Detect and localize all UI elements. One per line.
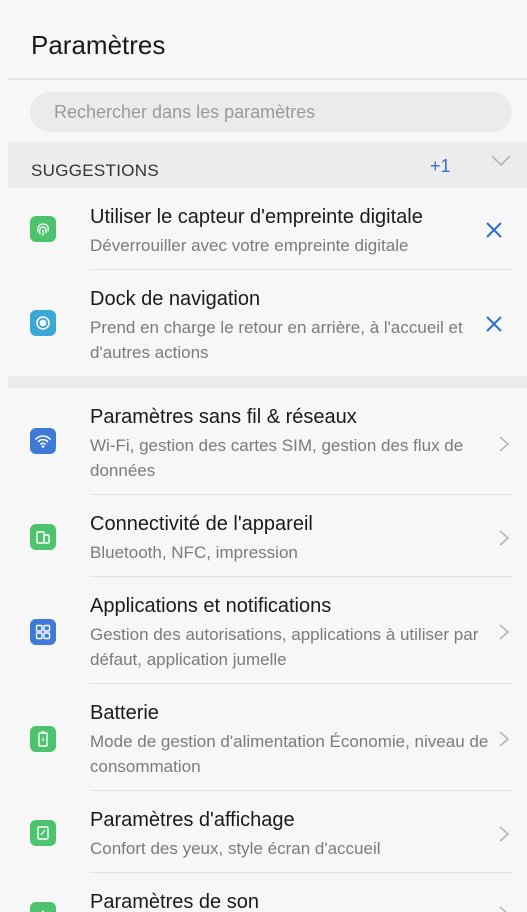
setting-subtitle: Bluetooth, NFC, impression	[90, 543, 298, 562]
setting-display[interactable]: Paramètres d'affichage Confort des yeux,…	[8, 793, 527, 873]
battery-icon	[30, 726, 56, 752]
setting-battery[interactable]: Batterie Mode de gestion d'alimentation …	[8, 686, 527, 791]
setting-device-connectivity[interactable]: Connectivité de l'appareil Bluetooth, NF…	[8, 497, 527, 577]
apps-grid-icon	[30, 619, 56, 645]
chevron-right-icon	[499, 826, 510, 842]
setting-title: Batterie	[90, 702, 159, 724]
chevron-right-icon	[499, 530, 510, 546]
suggestions-header: SUGGESTIONS +1	[8, 142, 527, 188]
suggestion-navigation-dock[interactable]: Dock de navigation Prend en charge le re…	[8, 272, 527, 376]
device-connectivity-icon	[30, 524, 56, 550]
setting-subtitle: Wi-Fi, gestion des cartes SIM, gestion d…	[90, 436, 464, 480]
section-divider	[8, 376, 527, 388]
row-divider	[90, 494, 513, 495]
setting-subtitle: Confort des yeux, style écran d'accueil	[90, 839, 381, 858]
setting-sound[interactable]: Paramètres de son	[8, 875, 527, 912]
close-icon[interactable]	[484, 220, 504, 240]
row-divider	[90, 683, 513, 684]
row-divider	[90, 576, 513, 577]
chevron-down-icon[interactable]	[490, 154, 512, 168]
suggestions-label: SUGGESTIONS	[31, 161, 159, 180]
fingerprint-icon	[30, 216, 56, 242]
app-header: Paramètres	[0, 0, 527, 80]
suggestion-subtitle: Prend en charge le retour en arrière, à …	[90, 318, 463, 362]
chevron-right-icon	[499, 624, 510, 640]
page-title: Paramètres	[31, 30, 166, 60]
suggestion-subtitle: Déverrouiller avec votre empreinte digit…	[90, 236, 409, 255]
display-icon	[30, 820, 56, 846]
setting-wireless-networks[interactable]: Paramètres sans fil & réseaux Wi-Fi, ges…	[8, 390, 527, 495]
suggestions-count[interactable]: +1	[430, 156, 451, 177]
row-divider	[90, 790, 513, 791]
sound-icon	[30, 902, 56, 912]
chevron-right-icon	[499, 906, 507, 912]
close-icon[interactable]	[484, 314, 504, 334]
row-divider	[90, 269, 513, 270]
setting-title: Paramètres sans fil & réseaux	[90, 406, 357, 428]
suggestion-title: Utiliser le capteur d'empreinte digitale	[90, 206, 423, 228]
setting-title: Paramètres de son	[90, 891, 259, 912]
setting-apps-notifications[interactable]: Applications et notifications Gestion de…	[8, 579, 527, 684]
setting-subtitle: Mode de gestion d'alimentation Économie,…	[90, 732, 489, 776]
setting-title: Applications et notifications	[90, 595, 332, 617]
chevron-right-icon	[499, 436, 510, 452]
header-divider	[8, 78, 527, 80]
search-bar[interactable]: Rechercher dans les paramètres	[30, 92, 512, 132]
setting-title: Paramètres d'affichage	[90, 809, 295, 831]
wifi-icon	[30, 428, 56, 454]
setting-title: Connectivité de l'appareil	[90, 513, 313, 535]
navigation-dock-icon	[30, 310, 56, 336]
search-placeholder: Rechercher dans les paramètres	[54, 102, 316, 122]
chevron-right-icon	[499, 731, 510, 747]
suggestion-title: Dock de navigation	[90, 288, 261, 310]
row-divider	[90, 872, 513, 873]
suggestion-fingerprint[interactable]: Utiliser le capteur d'empreinte digitale…	[8, 190, 527, 270]
setting-subtitle: Gestion des autorisations, applications …	[90, 625, 479, 669]
